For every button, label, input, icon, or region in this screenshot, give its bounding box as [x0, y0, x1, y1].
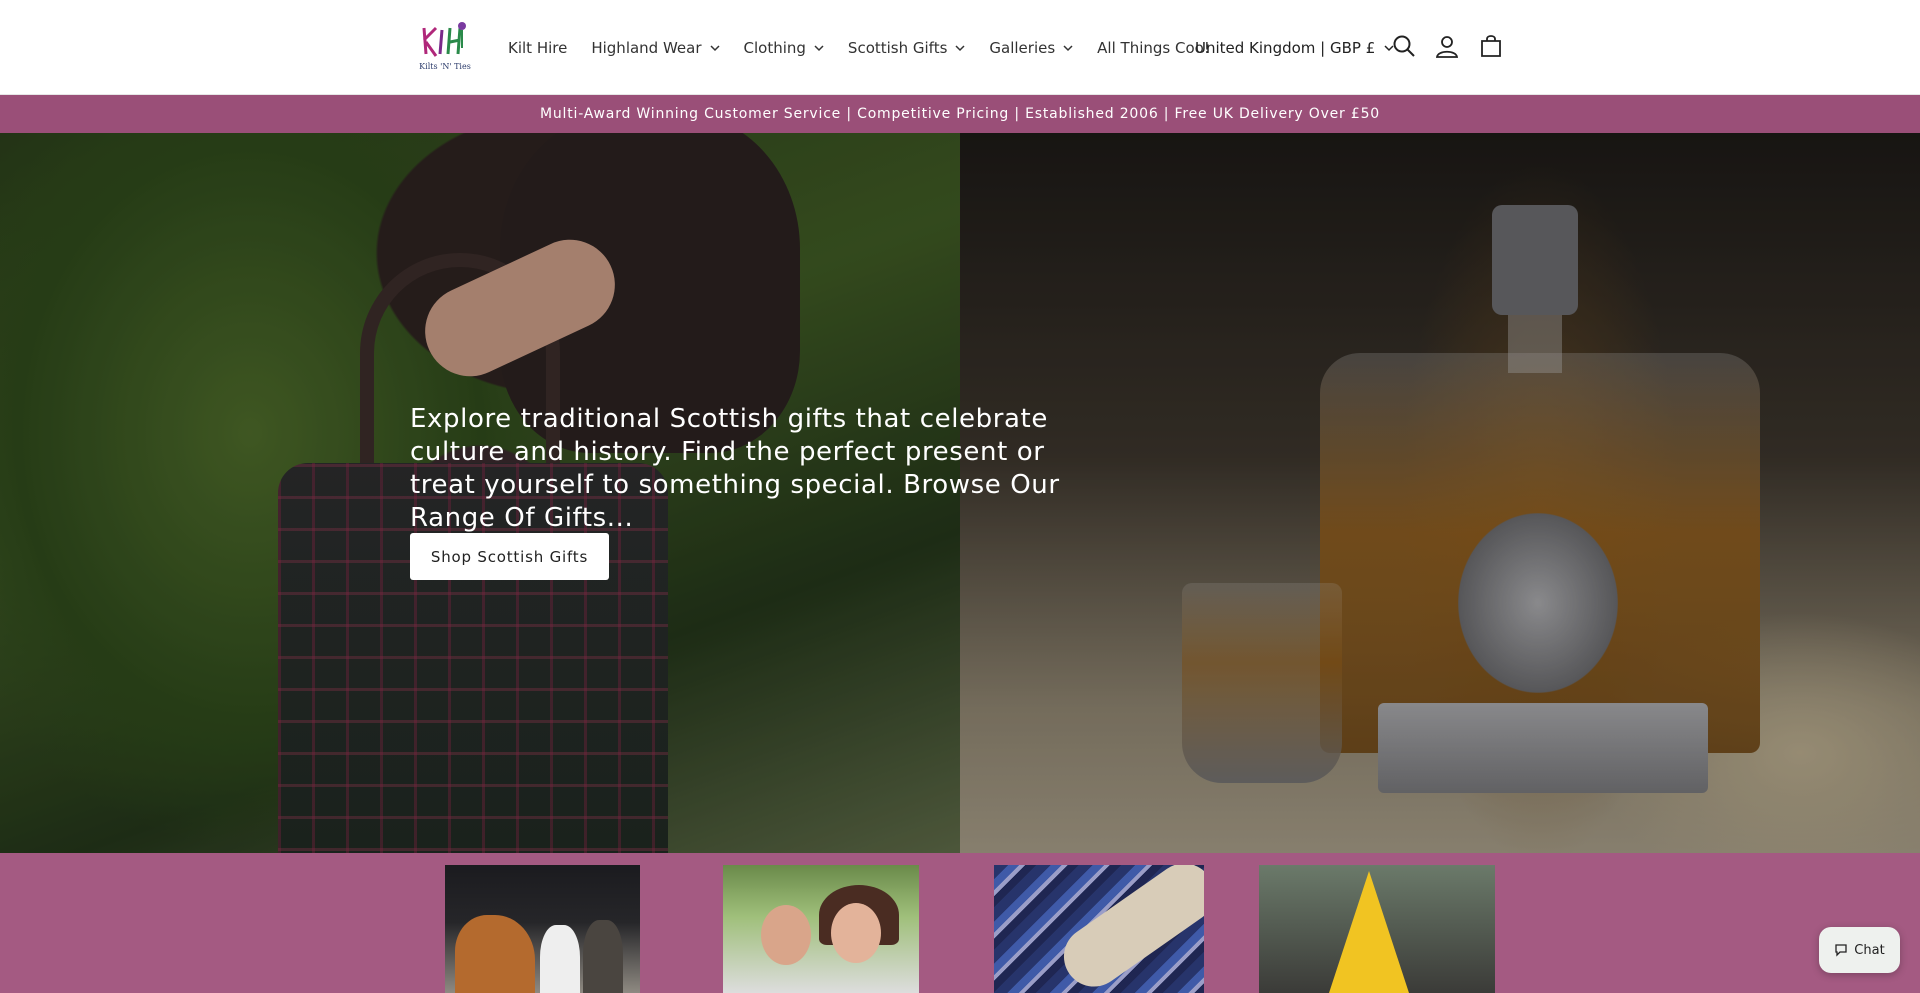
chevron-down-icon: [955, 44, 965, 51]
chevron-down-icon: [709, 44, 720, 51]
country-selector[interactable]: United Kingdom | GBP £: [1195, 0, 1394, 95]
gallery-strip: [0, 853, 1920, 993]
gallery-image-tartan-weaving[interactable]: [994, 865, 1204, 993]
chevron-down-icon: [1063, 44, 1073, 51]
gallery-image-wedding-horse[interactable]: [445, 865, 640, 993]
nav-item-clothing[interactable]: Clothing: [744, 39, 824, 57]
announcement-bar: Multi-Award Winning Customer Service | C…: [0, 95, 1920, 133]
main-nav: Kilt Hire Highland Wear Clothing Scottis…: [508, 0, 1234, 95]
nav-item-label: Clothing: [743, 38, 806, 57]
hero-heading: Explore traditional Scottish gifts that …: [410, 404, 1060, 533]
gallery-image-gnome[interactable]: [1259, 865, 1495, 993]
nav-item-scottish-gifts[interactable]: Scottish Gifts: [848, 39, 965, 57]
nav-item-label: Highland Wear: [591, 38, 702, 57]
gallery-image-couple[interactable]: [723, 865, 919, 993]
nav-item-label: All Things Coo!: [1097, 38, 1210, 57]
shop-scottish-gifts-button[interactable]: Shop Scottish Gifts: [410, 533, 609, 580]
hero-banner: Explore traditional Scottish gifts that …: [0, 133, 1920, 853]
logo-text: Kilts 'N' Ties: [419, 62, 471, 71]
chat-label: Chat: [1854, 942, 1885, 958]
nav-item-label: Galleries: [989, 38, 1056, 57]
nav-item-label: Scottish Gifts: [847, 38, 948, 57]
chevron-down-icon: [814, 44, 824, 51]
nav-item-label: Kilt Hire: [508, 38, 568, 57]
nav-item-all-things-coo[interactable]: All Things Coo!: [1097, 39, 1210, 57]
cart-icon[interactable]: [1478, 33, 1504, 59]
store-logo[interactable]: Kilts 'N' Ties: [412, 14, 478, 78]
search-icon[interactable]: [1391, 33, 1417, 59]
announcement-text: Multi-Award Winning Customer Service | C…: [539, 106, 1380, 122]
account-icon[interactable]: [1434, 33, 1460, 59]
site-header: Kilts 'N' Ties Kilt Hire Highland Wear C…: [0, 0, 1920, 95]
nav-item-galleries[interactable]: Galleries: [989, 39, 1073, 57]
nav-item-highland-wear[interactable]: Highland Wear: [591, 38, 720, 57]
country-selector-label: United Kingdom | GBP £: [1195, 38, 1376, 57]
chat-button[interactable]: Chat: [1819, 927, 1900, 973]
chat-icon: [1835, 944, 1847, 957]
nav-item-kilt-hire[interactable]: Kilt Hire: [508, 39, 567, 57]
